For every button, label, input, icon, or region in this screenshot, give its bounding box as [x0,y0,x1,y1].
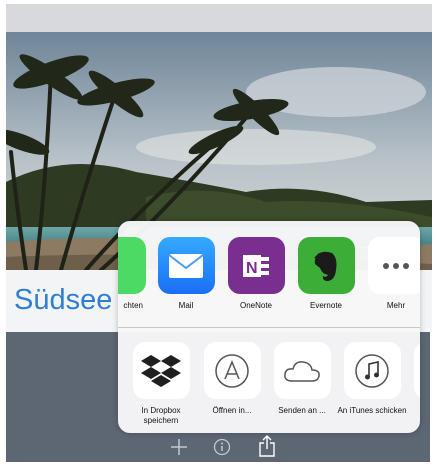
share-app-label: Evernote [309,301,343,310]
cloud-icon [273,342,331,399]
share-sheet: chten Mail N OneNote Evernote Mehr In Dr… [118,221,420,433]
action-label: Öffnen in... [212,406,252,415]
svg-text:N: N [246,260,258,277]
more-icon [367,237,420,294]
share-actions-row: In Dropbox speichern Öffnen in... Senden… [118,327,420,433]
messages-icon [118,237,146,294]
itunes-icon [343,342,401,399]
info-icon[interactable] [213,438,231,461]
action-label: In Dropbox speichern [141,406,181,425]
action-label: Senden an ... [278,406,326,415]
share-app-mail[interactable]: Mail [151,237,221,311]
partial-action-icon [413,342,420,399]
app-store-icon [203,342,261,399]
card-header [6,4,432,32]
dropbox-icon [132,342,190,399]
share-app-evernote[interactable]: Evernote [291,237,361,311]
share-icon[interactable] [258,435,276,462]
action-label: An iTunes schicken [337,406,407,415]
share-app-more[interactable]: Mehr [361,237,420,311]
share-app-label: OneNote [239,301,273,310]
share-app-label: Mail [178,301,194,310]
evernote-icon [297,237,355,294]
share-app-onenote[interactable]: N OneNote [221,237,291,311]
action-partial[interactable] [407,342,420,399]
share-apps-row: chten Mail N OneNote Evernote Mehr [118,221,420,327]
action-send-to[interactable]: Senden an ... [267,342,337,416]
share-app-label: chten [123,301,143,310]
share-app-messages[interactable]: chten [118,237,152,311]
bottom-toolbar [6,432,432,462]
onenote-icon: N [227,237,285,294]
action-itunes[interactable]: An iTunes schicken [337,342,407,416]
action-dropbox[interactable]: In Dropbox speichern [126,342,196,426]
mail-icon [157,237,215,294]
share-app-label: Mehr [386,301,406,310]
action-open-in[interactable]: Öffnen in... [197,342,267,416]
add-icon[interactable] [170,438,188,461]
document-title[interactable]: Südsee [14,284,112,317]
